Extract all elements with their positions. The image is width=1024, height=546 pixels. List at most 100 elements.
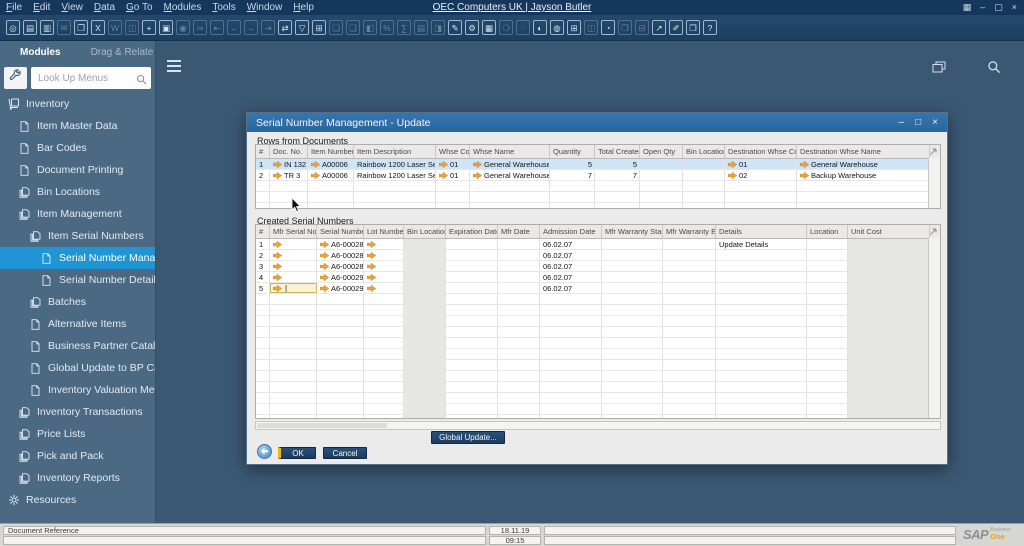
column-header-details[interactable]: Details — [716, 225, 807, 238]
menu-item-file[interactable]: File — [6, 2, 22, 13]
dialog-close-icon[interactable]: × — [932, 113, 938, 132]
horizontal-scrollbar[interactable] — [255, 421, 941, 430]
refresh-record-icon[interactable]: ⇄ — [278, 20, 292, 35]
cell[interactable] — [317, 415, 364, 419]
table-row[interactable]: 4A6-00029206.02.07 — [256, 272, 940, 283]
cell[interactable] — [716, 349, 807, 359]
cell[interactable] — [404, 305, 446, 315]
cell[interactable] — [663, 283, 716, 293]
cell[interactable] — [807, 327, 848, 337]
cell[interactable] — [683, 203, 725, 209]
column-header-mfr-serial-no[interactable]: Mfr Serial No. — [270, 225, 317, 238]
cell[interactable] — [498, 371, 540, 381]
link-arrow-icon[interactable] — [728, 161, 737, 168]
cell[interactable] — [256, 349, 270, 359]
sidebar-item-inventory-transactions[interactable]: Inventory Transactions — [0, 401, 155, 423]
cell[interactable]: IN 1321 — [270, 159, 308, 169]
cell[interactable] — [498, 382, 540, 392]
cell[interactable] — [602, 360, 663, 370]
link-arrow-icon[interactable] — [320, 241, 329, 248]
table-row[interactable]: 3A6-00028806.02.07 — [256, 261, 940, 272]
cell[interactable] — [498, 305, 540, 315]
cell[interactable] — [446, 327, 498, 337]
cell[interactable] — [364, 239, 404, 249]
cell[interactable] — [498, 349, 540, 359]
column-header-mfr-date[interactable]: Mfr Date — [498, 225, 540, 238]
cell[interactable]: 06.02.07 — [540, 261, 602, 271]
cell[interactable] — [848, 261, 930, 271]
column-header-unit-cost[interactable]: Unit Cost — [848, 225, 930, 238]
cell[interactable] — [595, 203, 640, 209]
cell[interactable] — [602, 316, 663, 326]
cell[interactable] — [683, 159, 725, 169]
cell[interactable] — [540, 360, 602, 370]
find-document-icon[interactable]: ◎ — [6, 20, 20, 35]
cell[interactable] — [602, 404, 663, 414]
cell[interactable] — [602, 371, 663, 381]
cell[interactable] — [807, 349, 848, 359]
cell[interactable] — [256, 192, 270, 202]
menu-item-window[interactable]: Window — [247, 2, 283, 13]
cell[interactable] — [446, 360, 498, 370]
link-arrow-icon[interactable] — [800, 172, 809, 179]
cell[interactable] — [663, 393, 716, 403]
column-header-item-number[interactable]: Item Number — [308, 145, 354, 158]
cell[interactable] — [498, 415, 540, 419]
cell[interactable] — [317, 327, 364, 337]
cancel-button[interactable]: Cancel — [323, 447, 367, 459]
link-arrow-icon[interactable] — [473, 161, 482, 168]
cell[interactable] — [540, 338, 602, 348]
cell[interactable] — [404, 393, 446, 403]
cell[interactable] — [602, 382, 663, 392]
cell[interactable] — [470, 192, 550, 202]
link-arrow-icon[interactable] — [320, 285, 329, 292]
link-arrow-icon[interactable] — [273, 172, 282, 179]
link-arrow-icon[interactable] — [273, 161, 282, 168]
cell[interactable] — [446, 393, 498, 403]
column-header-total-created[interactable]: Total Created — [595, 145, 640, 158]
cell[interactable] — [270, 203, 308, 209]
table-row[interactable]: 1A6-00028406.02.07Update Details — [256, 239, 940, 250]
cell[interactable] — [848, 360, 930, 370]
cell[interactable]: 1 — [256, 239, 270, 249]
cell[interactable] — [256, 415, 270, 419]
cell[interactable]: A6-000284 — [317, 239, 364, 249]
link-arrow-icon[interactable] — [473, 172, 482, 179]
cell[interactable] — [404, 360, 446, 370]
cell[interactable] — [716, 272, 807, 282]
cell[interactable] — [404, 316, 446, 326]
cell[interactable]: A6-000287 — [317, 250, 364, 260]
cell[interactable] — [602, 415, 663, 419]
cell[interactable] — [270, 338, 317, 348]
cell[interactable] — [550, 192, 595, 202]
cell[interactable] — [364, 327, 404, 337]
cell[interactable] — [716, 415, 807, 419]
cell[interactable]: 5 — [550, 159, 595, 169]
cell[interactable]: 01 — [725, 159, 797, 169]
cell[interactable] — [640, 170, 683, 180]
cell[interactable] — [807, 404, 848, 414]
cell[interactable] — [725, 203, 797, 209]
cell[interactable] — [807, 272, 848, 282]
cell[interactable] — [446, 371, 498, 381]
cell[interactable] — [354, 203, 436, 209]
cell[interactable] — [256, 316, 270, 326]
cell[interactable] — [663, 404, 716, 414]
cell[interactable] — [663, 239, 716, 249]
column-header-serial-number[interactable]: Serial Number — [317, 225, 364, 238]
cell[interactable] — [404, 294, 446, 304]
cell[interactable] — [716, 283, 807, 293]
cell[interactable] — [404, 338, 446, 348]
cell[interactable] — [256, 371, 270, 381]
cell[interactable] — [848, 404, 930, 414]
cell[interactable] — [716, 382, 807, 392]
cell[interactable]: General Warehouse — [470, 159, 550, 169]
cell[interactable] — [470, 203, 550, 209]
cell[interactable] — [270, 261, 317, 271]
cell[interactable] — [663, 316, 716, 326]
cell[interactable]: A6-000293 — [317, 283, 364, 293]
cell[interactable]: General Warehouse — [797, 159, 930, 169]
cell[interactable] — [404, 272, 446, 282]
cell[interactable] — [540, 393, 602, 403]
cell[interactable] — [602, 349, 663, 359]
